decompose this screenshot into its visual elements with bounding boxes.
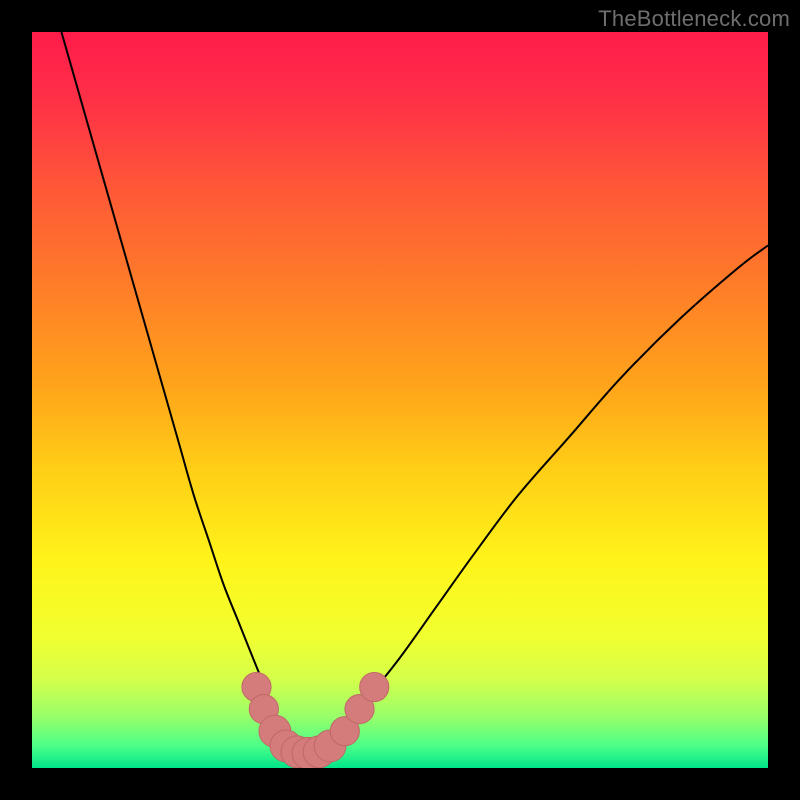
plot-area	[32, 32, 768, 768]
chart-svg	[32, 32, 768, 768]
chart-container: TheBottleneck.com	[0, 0, 800, 800]
marker-point	[360, 672, 389, 701]
watermark-text: TheBottleneck.com	[598, 6, 790, 32]
